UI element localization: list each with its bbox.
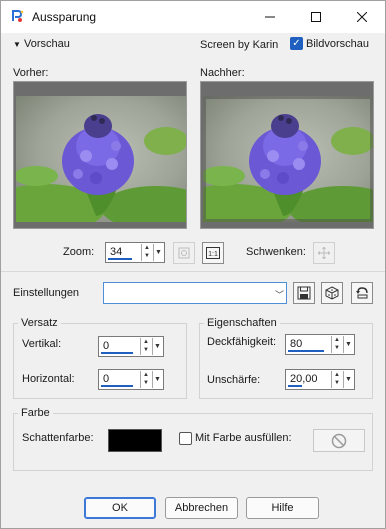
spin-arrows-icon[interactable]: ▲ ▼ xyxy=(140,338,151,355)
no-color-icon xyxy=(331,433,347,448)
fill-color-swatch[interactable] xyxy=(313,429,365,452)
bildvorschau-label: Bildvorschau xyxy=(306,38,369,50)
vertikal-value: 0 xyxy=(103,340,110,352)
flower-image xyxy=(16,96,186,222)
horizontal-label: Horizontal: xyxy=(22,373,75,385)
deckfaehigkeit-value: 80 xyxy=(290,338,303,350)
vorher-label: Vorher: xyxy=(13,67,49,79)
svg-text:1:1: 1:1 xyxy=(208,251,218,258)
mit-farbe-checkbox[interactable] xyxy=(179,432,192,445)
shadow-color-swatch[interactable] xyxy=(108,429,162,452)
screen-by-label: Screen by Karin xyxy=(200,39,279,51)
zoom-label: Zoom: xyxy=(63,246,95,258)
dialog-window: Aussparung ▼ Vorschau Screen by Karin ✓ … xyxy=(0,0,386,529)
eigenschaften-title: Eigenschaften xyxy=(204,317,280,329)
horizontal-value: 0 xyxy=(103,373,110,385)
mit-farbe-label: Mit Farbe ausfüllen: xyxy=(195,432,292,444)
minimize-icon xyxy=(265,16,275,18)
preview-after[interactable] xyxy=(200,81,374,229)
maximize-button[interactable] xyxy=(293,1,339,33)
versatz-title: Versatz xyxy=(18,317,61,329)
maximize-icon xyxy=(311,12,321,22)
dice-icon xyxy=(325,286,339,300)
actual-size-icon: 1:1 xyxy=(206,247,220,259)
title-bar: Aussparung xyxy=(1,1,385,33)
preview-before[interactable] xyxy=(13,81,187,229)
vorschau-toggle[interactable]: ▼ Vorschau xyxy=(13,38,70,50)
zoom-underline xyxy=(108,258,132,260)
bildvorschau-checkbox[interactable]: ✓ xyxy=(290,37,303,50)
hilfe-button[interactable]: Hilfe xyxy=(246,497,319,519)
collapse-arrow-icon: ▼ xyxy=(13,40,21,49)
close-button[interactable] xyxy=(339,1,385,33)
pan-button[interactable] xyxy=(313,242,335,264)
vertikal-underline xyxy=(101,352,133,354)
dropdown-arrow-icon[interactable]: ▼ xyxy=(343,371,353,388)
close-icon xyxy=(357,12,367,22)
zoom-spinner[interactable]: 34 ▲ ▼ ▼ xyxy=(105,242,165,263)
zoom-fit-button[interactable] xyxy=(173,242,195,264)
vertikal-label: Vertikal: xyxy=(22,338,62,350)
flower-image xyxy=(203,96,373,222)
dropdown-arrow-icon[interactable]: ▼ xyxy=(152,338,162,355)
spin-arrows-icon[interactable]: ▲ ▼ xyxy=(331,336,342,353)
schwenken-label: Schwenken: xyxy=(246,246,306,258)
chevron-down-icon: ﹀ xyxy=(274,290,284,300)
reset-icon xyxy=(356,287,368,299)
save-preset-button[interactable] xyxy=(293,282,315,304)
unschaerfe-value: 20,00 xyxy=(290,373,318,385)
deckfaehigkeit-label: Deckfähigkeit: xyxy=(207,336,277,348)
reset-button[interactable] xyxy=(351,282,373,304)
dropdown-arrow-icon[interactable]: ▼ xyxy=(343,336,353,353)
dropdown-arrow-icon[interactable]: ▼ xyxy=(153,244,163,261)
nachher-label: Nachher: xyxy=(200,67,245,79)
abbrechen-button[interactable]: Abbrechen xyxy=(165,497,238,519)
schattenfarbe-label: Schattenfarbe: xyxy=(22,432,94,444)
pan-icon xyxy=(318,247,330,259)
horizontal-spinner[interactable]: 0 ▲ ▼ ▼ xyxy=(98,369,164,390)
presets-combobox[interactable]: ﹀ xyxy=(103,282,287,304)
deckfaehigkeit-underline xyxy=(288,350,324,352)
horizontal-underline xyxy=(101,385,133,387)
vertikal-spinner[interactable]: 0 ▲ ▼ ▼ xyxy=(98,336,164,357)
vorschau-label: Vorschau xyxy=(23,38,70,50)
ok-button[interactable]: OK xyxy=(84,497,156,519)
random-preset-button[interactable] xyxy=(321,282,343,304)
unschaerfe-underline xyxy=(288,385,302,387)
deckfaehigkeit-spinner[interactable]: 80 ▲ ▼ ▼ xyxy=(285,334,355,355)
unschaerfe-label: Unschärfe: xyxy=(207,374,261,386)
window-title: Aussparung xyxy=(32,10,97,24)
check-icon: ✓ xyxy=(292,38,301,49)
zoom-fit-icon xyxy=(178,247,190,259)
dropdown-arrow-icon[interactable]: ▼ xyxy=(152,371,162,388)
zoom-actual-size-button[interactable]: 1:1 xyxy=(202,242,224,264)
save-icon xyxy=(297,286,311,300)
einstellungen-label: Einstellungen xyxy=(13,287,80,299)
spin-arrows-icon[interactable]: ▲ ▼ xyxy=(331,371,342,388)
zoom-value: 34 xyxy=(110,246,123,258)
app-icon xyxy=(10,9,24,23)
spin-arrows-icon[interactable]: ▲ ▼ xyxy=(141,244,152,261)
separator xyxy=(1,271,385,272)
spin-arrows-icon[interactable]: ▲ ▼ xyxy=(140,371,151,388)
unschaerfe-spinner[interactable]: 20,00 ▲ ▼ ▼ xyxy=(285,369,355,390)
minimize-button[interactable] xyxy=(247,1,293,33)
farbe-title: Farbe xyxy=(18,407,53,419)
